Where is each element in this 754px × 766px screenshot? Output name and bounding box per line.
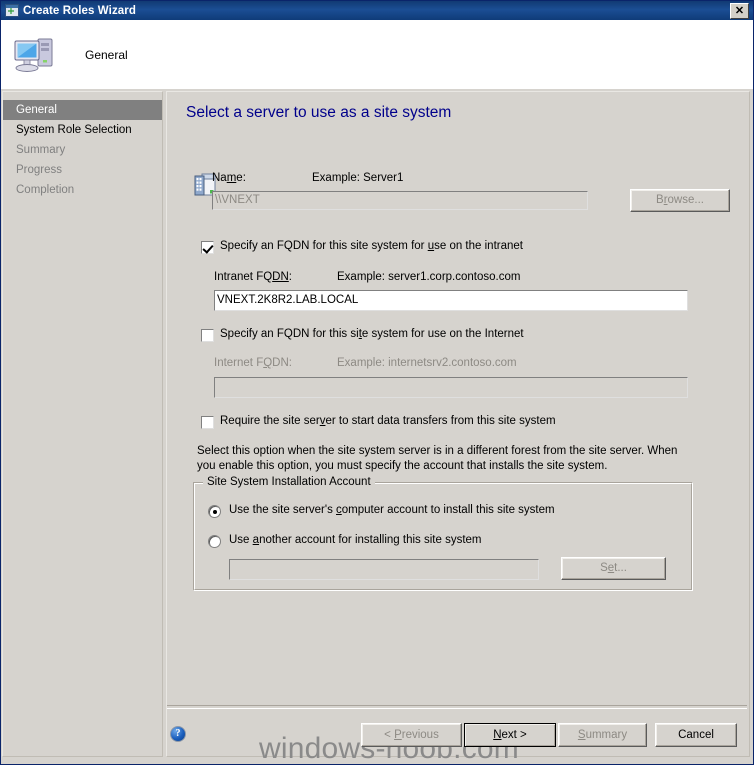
help-glyph: ? <box>175 728 181 739</box>
radio-use-another-account[interactable] <box>208 535 221 548</box>
intranet-fqdn-checkbox-label: Specify an FQDN for this site system for… <box>220 240 523 252</box>
radio-use-computer-account[interactable] <box>208 505 221 518</box>
close-icon: ✕ <box>734 4 745 17</box>
name-example: Example: Server1 <box>312 172 404 184</box>
cancel-button[interactable]: Cancel <box>655 723 737 747</box>
internet-fqdn-checkbox[interactable] <box>201 329 214 342</box>
title-bar: Create Roles Wizard ✕ <box>1 1 753 20</box>
intranet-fqdn-checkbox[interactable] <box>201 241 214 254</box>
previous-button[interactable]: < Previous <box>361 723 462 747</box>
main-panel: Select a server to use as a site system <box>166 91 750 757</box>
computer-icon <box>13 34 59 76</box>
intranet-fqdn-label: Intranet FQDN: <box>214 271 292 283</box>
site-system-installation-account-group: Site System Installation Account Use the… <box>193 476 693 591</box>
header-banner: General <box>1 20 753 89</box>
sidebar-item-system-role-selection[interactable]: System Role Selection <box>3 120 162 140</box>
name-label: Name: <box>212 172 246 184</box>
require-site-server-transfer-checkbox[interactable] <box>201 416 214 429</box>
window-title: Create Roles Wizard <box>23 4 136 17</box>
internet-fqdn-input[interactable] <box>214 377 688 398</box>
intranet-fqdn-example: Example: server1.corp.contoso.com <box>337 271 521 283</box>
footer-divider <box>167 705 747 709</box>
sidebar-item-summary[interactable]: Summary <box>3 140 162 160</box>
radio-use-computer-account-label: Use the site server's computer account t… <box>229 504 555 516</box>
next-button[interactable]: Next > <box>464 723 556 747</box>
internet-fqdn-example: Example: internetsrv2.contoso.com <box>337 357 517 369</box>
name-input[interactable]: \\VNEXT <box>212 191 588 210</box>
wizard-step-list: General System Role Selection Summary Pr… <box>2 91 163 757</box>
sidebar-item-progress[interactable]: Progress <box>3 160 162 180</box>
group-title: Site System Installation Account <box>203 476 375 488</box>
set-account-button[interactable]: Set... <box>561 557 666 580</box>
header-title: General <box>85 47 128 62</box>
require-site-server-transfer-label: Require the site server to start data tr… <box>220 415 556 427</box>
dialog-body: General System Role Selection Summary Pr… <box>1 89 753 764</box>
internet-fqdn-checkbox-label: Specify an FQDN for this site system for… <box>220 328 524 340</box>
summary-button[interactable]: Summary <box>558 723 647 747</box>
page-title: Select a server to use as a site system <box>186 104 452 121</box>
sidebar-item-general[interactable]: General <box>3 100 162 120</box>
close-button[interactable]: ✕ <box>730 2 749 19</box>
description-text: Select this option when the site system … <box>197 445 678 472</box>
radio-use-another-account-label: Use another account for installing this … <box>229 534 482 546</box>
wizard-window-icon <box>5 4 19 17</box>
account-input[interactable] <box>229 559 539 580</box>
browse-button[interactable]: Browse... <box>630 189 730 212</box>
internet-fqdn-label: Internet FQDN: <box>214 357 292 369</box>
intranet-fqdn-input[interactable]: VNEXT.2K8R2.LAB.LOCAL <box>214 290 688 311</box>
help-icon[interactable]: ? <box>170 726 186 742</box>
sidebar-item-completion[interactable]: Completion <box>3 180 162 200</box>
create-roles-wizard-window: Create Roles Wizard ✕ General General Sy… <box>0 0 754 765</box>
